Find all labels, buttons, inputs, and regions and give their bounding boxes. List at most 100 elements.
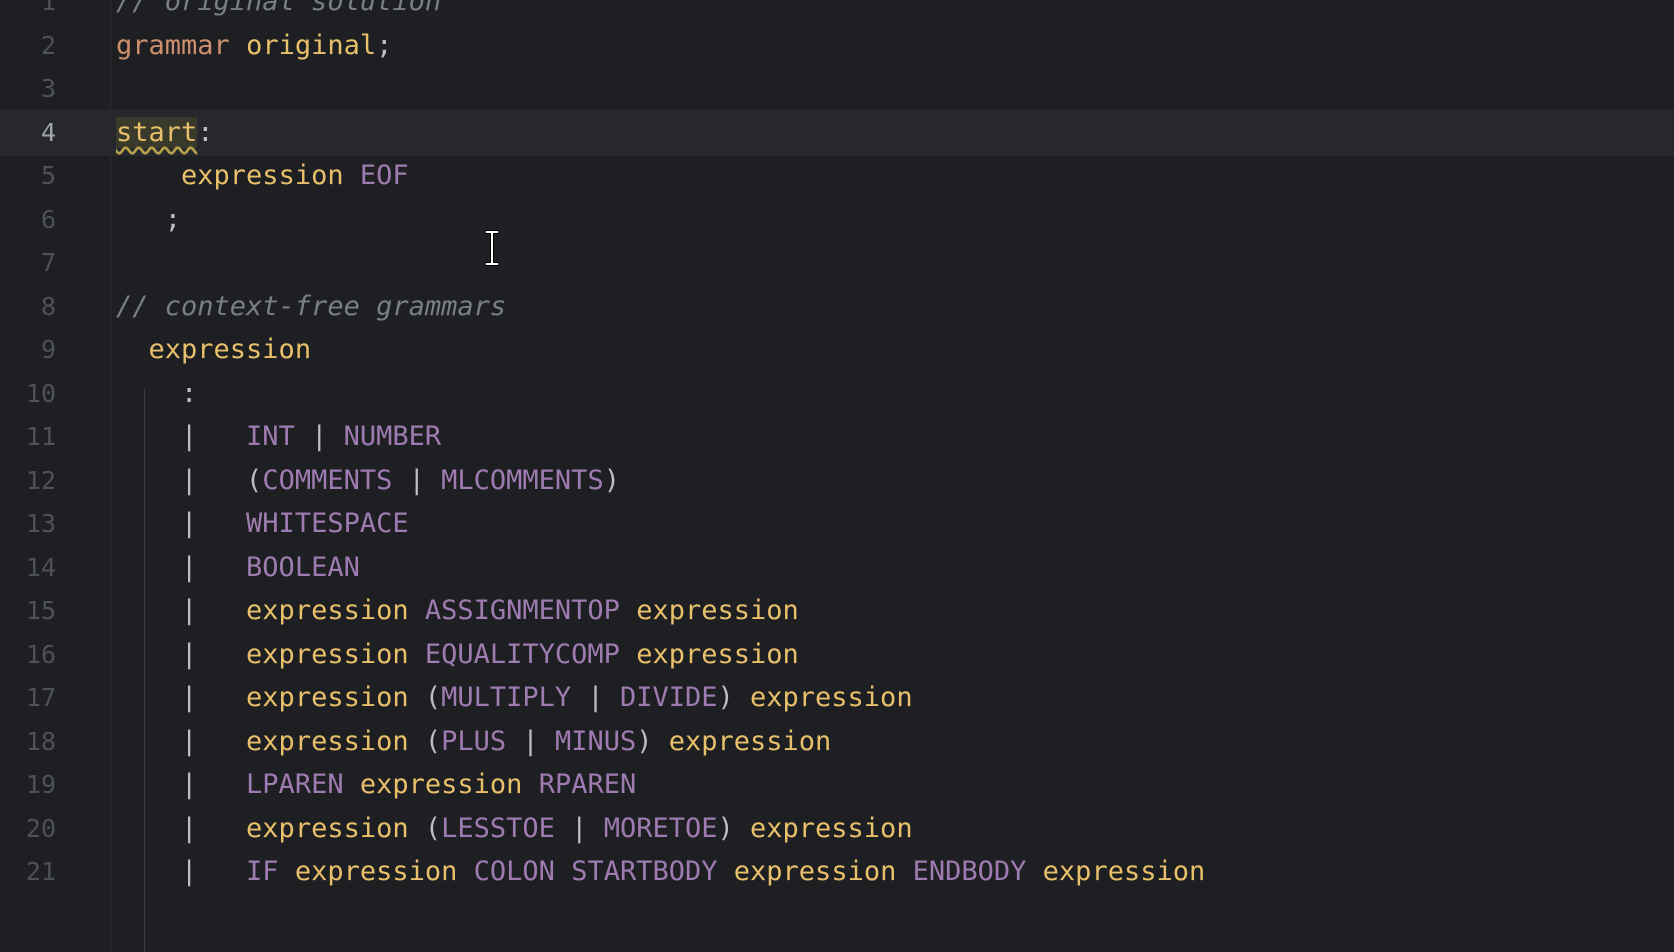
code-text[interactable]: | expression EQUALITYCOMP expression xyxy=(116,632,799,678)
code-token: ; xyxy=(116,203,182,235)
code-text[interactable]: grammar original; xyxy=(116,23,392,69)
code-text[interactable]: expression EOF xyxy=(116,153,409,199)
code-text[interactable]: | expression (MULTIPLY | DIVIDE) express… xyxy=(116,675,913,721)
code-token: : xyxy=(116,377,198,409)
code-token: EOF xyxy=(359,160,409,191)
code-editor[interactable]: 1 // original solution 2 grammar original; 3… xyxy=(0,0,1674,952)
line-number[interactable]: 16 xyxy=(0,632,56,678)
code-line[interactable]: 9 expression xyxy=(0,327,1674,373)
code-text[interactable]: | INT | NUMBER xyxy=(116,414,441,460)
code-line[interactable]: 19 | LPAREN expression RPAREN xyxy=(0,762,1674,808)
code-line[interactable]: 1 // original solution xyxy=(0,0,1674,25)
code-token: : xyxy=(197,116,214,148)
code-token: | xyxy=(392,464,442,496)
line-number[interactable]: 17 xyxy=(0,675,56,721)
code-text[interactable]: | expression (PLUS | MINUS) expression xyxy=(116,719,831,765)
line-number[interactable]: 5 xyxy=(0,153,56,199)
code-line[interactable]: 8 // context-free grammars xyxy=(0,284,1674,330)
code-text[interactable]: | WHITESPACE xyxy=(116,501,409,547)
code-text[interactable]: | (COMMENTS | MLCOMMENTS) xyxy=(116,458,620,504)
code-line[interactable]: 11 | INT | NUMBER xyxy=(0,414,1674,460)
code-text[interactable]: | expression ASSIGNMENTOP expression xyxy=(116,588,799,634)
code-token: | xyxy=(506,725,555,757)
code-token: PLUS xyxy=(441,725,507,757)
code-line[interactable]: 15 | expression ASSIGNMENTOP expression xyxy=(0,588,1674,634)
code-token: ) xyxy=(717,812,751,844)
code-token: COMMENTS xyxy=(262,464,393,496)
code-line[interactable]: 7 xyxy=(0,240,1674,286)
code-token: expression xyxy=(181,160,344,191)
code-text[interactable]: | BOOLEAN xyxy=(116,545,360,591)
code-token: expression xyxy=(246,812,409,844)
code-line[interactable]: 3 xyxy=(0,66,1674,112)
code-text[interactable]: expression xyxy=(116,327,312,373)
line-number[interactable]: 9 xyxy=(0,327,56,373)
code-token: // original solution xyxy=(116,0,442,17)
code-text[interactable]: | IF expression COLON STARTBODY expressi… xyxy=(116,849,1205,895)
code-line[interactable]: 2 grammar original; xyxy=(0,23,1674,69)
code-line[interactable]: 4 start: xyxy=(0,109,1674,156)
code-token: ( xyxy=(408,725,442,757)
code-line[interactable]: 14 | BOOLEAN xyxy=(0,545,1674,591)
code-token: ) xyxy=(636,725,669,757)
code-text[interactable]: // context-free grammars xyxy=(116,284,506,330)
line-number[interactable]: 2 xyxy=(0,23,56,69)
line-number[interactable]: 3 xyxy=(0,66,56,112)
line-number[interactable]: 6 xyxy=(0,197,56,243)
code-token: | xyxy=(116,638,247,670)
line-number[interactable]: 19 xyxy=(0,762,56,808)
code-token: ; xyxy=(376,29,393,61)
code-line[interactable]: 21 | IF expression COLON STARTBODY expre… xyxy=(0,849,1674,895)
line-number[interactable]: 1 xyxy=(0,0,56,25)
code-token: | xyxy=(116,508,247,539)
code-line[interactable]: 6 ; xyxy=(0,197,1674,243)
line-number[interactable]: 21 xyxy=(0,849,56,895)
code-token: MULTIPLY xyxy=(441,682,572,713)
code-line[interactable]: 18 | expression (PLUS | MINUS) expressio… xyxy=(0,719,1674,765)
code-token: expression xyxy=(636,595,799,626)
line-number[interactable]: 14 xyxy=(0,545,56,591)
code-text[interactable]: : xyxy=(116,371,197,417)
code-token: start xyxy=(116,116,198,148)
code-line[interactable]: 10 : xyxy=(0,371,1674,417)
code-line[interactable]: 13 | WHITESPACE xyxy=(0,501,1674,547)
line-number[interactable]: 13 xyxy=(0,501,56,547)
code-token: ( xyxy=(408,682,442,713)
code-text[interactable]: start: xyxy=(116,110,214,156)
code-token: expression xyxy=(246,595,409,626)
code-line[interactable]: 20 | expression (LESSTOE | MORETOE) expr… xyxy=(0,806,1674,852)
line-number[interactable]: 7 xyxy=(0,240,56,286)
code-line[interactable]: 16 | expression EQUALITYCOMP expression xyxy=(0,632,1674,678)
code-token: LESSTOE xyxy=(441,812,555,844)
code-token: ( xyxy=(408,812,442,844)
line-number[interactable]: 12 xyxy=(0,458,56,504)
code-token: ASSIGNMENTOP xyxy=(424,595,620,626)
line-number[interactable]: 4 xyxy=(0,110,56,156)
line-number[interactable]: 15 xyxy=(0,588,56,634)
code-token: expression xyxy=(733,856,897,887)
code-token: expression xyxy=(636,638,799,670)
line-number[interactable]: 8 xyxy=(0,284,56,330)
code-token: | xyxy=(116,725,247,757)
code-text[interactable]: // original solution xyxy=(116,0,441,25)
code-line[interactable]: 5 expression EOF xyxy=(0,153,1674,199)
line-number[interactable]: 18 xyxy=(0,719,56,765)
code-text[interactable]: | expression (LESSTOE | MORETOE) express… xyxy=(116,806,913,852)
code-token: | ( xyxy=(116,464,263,496)
line-number[interactable]: 20 xyxy=(0,806,56,852)
line-number[interactable]: 10 xyxy=(0,371,56,417)
code-line[interactable]: 12 | (COMMENTS | MLCOMMENTS) xyxy=(0,458,1674,504)
line-number[interactable]: 11 xyxy=(0,414,56,460)
code-token: expression xyxy=(294,856,458,887)
code-text[interactable]: | LPAREN expression RPAREN xyxy=(116,762,636,808)
code-token: IF xyxy=(246,856,279,887)
code-token: BOOLEAN xyxy=(246,551,360,583)
code-text[interactable]: ; xyxy=(116,197,181,243)
code-line[interactable]: 17 | expression (MULTIPLY | DIVIDE) expr… xyxy=(0,675,1674,721)
